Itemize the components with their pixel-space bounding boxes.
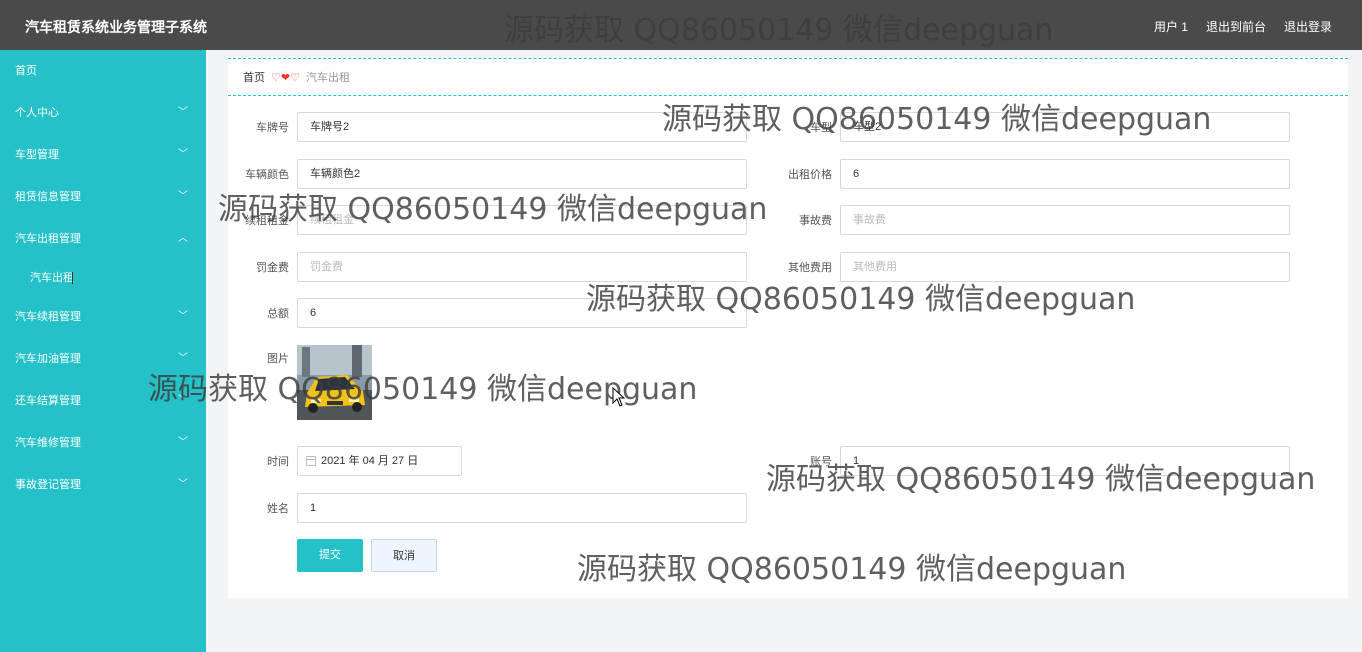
accident-fee-label: 事故费: [799, 215, 832, 227]
chevron-down-icon: ﹀: [178, 311, 188, 322]
fine-field: 罚金费 罚金费: [237, 252, 747, 282]
sidebar-item-refuel[interactable]: 汽车加油管理 ﹀: [0, 338, 206, 380]
color-input[interactable]: 车辆颜色2: [297, 159, 747, 189]
heart-separator-icon: ♡❤♡: [271, 71, 300, 84]
other-fee-input[interactable]: 其他费用: [840, 252, 1290, 282]
breadcrumb: 首页 ♡❤♡ 汽车出租: [228, 58, 1348, 96]
plate-label: 车牌号: [256, 122, 289, 134]
sidebar-item-label: 汽车加油管理: [15, 353, 81, 365]
sidebar-item-label: 个人中心: [15, 107, 59, 119]
sidebar-item-repair[interactable]: 汽车维修管理 ﹀: [0, 422, 206, 464]
sidebar-item-label: 首页: [15, 65, 37, 77]
chevron-up-icon: ︿: [178, 233, 188, 244]
sidebar-item-renewal[interactable]: 汽车续租管理 ﹀: [0, 296, 206, 338]
sidebar-item-accident[interactable]: 事故登记管理 ﹀: [0, 464, 206, 506]
sidebar-item-personal-center[interactable]: 个人中心 ﹀: [0, 92, 206, 134]
car-photo-image: [297, 345, 372, 420]
chevron-down-icon: ﹀: [178, 437, 188, 448]
price-label: 出租价格: [788, 169, 832, 181]
total-field: 总额 6: [237, 298, 747, 328]
plate-field: 车牌号 车牌号2: [237, 112, 747, 142]
color-field: 车辆颜色 车辆颜色2: [237, 159, 747, 189]
account-input[interactable]: 1: [840, 446, 1290, 476]
sidebar-subitem-car-rental[interactable]: 汽车出租: [0, 260, 206, 296]
account-label: 账号: [810, 456, 832, 468]
image-field: 图片: [237, 350, 297, 366]
chevron-down-icon: ﹀: [178, 191, 188, 202]
date-picker[interactable]: 2021 年 04 月 27 日: [297, 446, 462, 476]
fine-label: 罚金费: [256, 262, 289, 274]
sidebar: 首页 个人中心 ﹀ 车型管理 ﹀ 租赁信息管理 ﹀ 汽车出租管理 ︿ 汽车出租 汽车续租…: [0, 50, 206, 652]
other-fee-field: 其他费用 其他费用: [780, 252, 1290, 282]
model-input[interactable]: 车型2: [840, 112, 1290, 142]
top-bar: 汽车租赁系统业务管理子系统 用户 1 退出到前台 退出登录: [0, 0, 1362, 50]
car-photo[interactable]: [297, 345, 372, 420]
breadcrumb-current: 汽车出租: [305, 72, 350, 84]
account-field: 账号 1: [780, 446, 1290, 476]
sidebar-item-return-settlement[interactable]: 还车结算管理 ﹀: [0, 380, 206, 422]
chevron-down-icon: ﹀: [178, 107, 188, 118]
price-input[interactable]: 6: [840, 159, 1290, 189]
sidebar-item-car-model[interactable]: 车型管理 ﹀: [0, 134, 206, 176]
color-label: 车辆颜色: [245, 169, 289, 181]
model-field: 车型 车型2: [780, 112, 1290, 142]
image-label: 图片: [267, 353, 289, 365]
renew-rent-field: 续租租金 续租租金: [237, 205, 747, 235]
chevron-down-icon: ﹀: [178, 149, 188, 160]
sidebar-item-label: 汽车续租管理: [15, 311, 81, 323]
sidebar-item-car-rental[interactable]: 汽车出租管理 ︿: [0, 218, 206, 260]
sidebar-item-label: 汽车出租: [30, 272, 74, 284]
other-fee-label: 其他费用: [788, 262, 832, 274]
top-right-links: 用户 1 退出到前台 退出登录: [1154, 18, 1332, 35]
plate-input[interactable]: 车牌号2: [297, 112, 747, 142]
renew-rent-input[interactable]: 续租租金: [297, 205, 747, 235]
calendar-icon: [306, 456, 316, 466]
time-label: 时间: [267, 456, 289, 468]
price-field: 出租价格 6: [780, 159, 1290, 189]
sidebar-item-label: 汽车出租管理: [15, 233, 81, 245]
user-link[interactable]: 用户 1: [1154, 18, 1188, 35]
submit-button[interactable]: 提交: [297, 539, 363, 572]
total-label: 总额: [267, 308, 289, 320]
model-label: 车型: [810, 122, 832, 134]
name-field: 姓名 1: [237, 493, 747, 523]
breadcrumb-home[interactable]: 首页: [243, 69, 265, 85]
accident-fee-input[interactable]: 事故费: [840, 205, 1290, 235]
back-to-front-link[interactable]: 退出到前台: [1206, 18, 1266, 35]
chevron-down-icon: ﹀: [178, 479, 188, 490]
logout-link[interactable]: 退出登录: [1284, 18, 1332, 35]
fine-input[interactable]: 罚金费: [297, 252, 747, 282]
app-title: 汽车租赁系统业务管理子系统: [25, 19, 207, 35]
sidebar-item-home[interactable]: 首页: [0, 50, 206, 92]
time-field: 时间 2021 年 04 月 27 日: [237, 446, 462, 476]
sidebar-item-label: 汽车维修管理: [15, 437, 81, 449]
sidebar-item-label: 租赁信息管理: [15, 191, 81, 203]
name-input[interactable]: 1: [297, 493, 747, 523]
sidebar-item-label: 车型管理: [15, 149, 59, 161]
chevron-down-icon: ﹀: [178, 395, 188, 406]
total-input[interactable]: 6: [297, 298, 747, 328]
sidebar-item-rental-info[interactable]: 租赁信息管理 ﹀: [0, 176, 206, 218]
chevron-down-icon: ﹀: [178, 353, 188, 364]
mouse-cursor-icon: [612, 387, 626, 407]
cancel-button[interactable]: 取消: [371, 539, 437, 572]
sidebar-item-label: 事故登记管理: [15, 479, 81, 491]
name-label: 姓名: [267, 503, 289, 515]
sidebar-item-label: 还车结算管理: [15, 395, 81, 407]
date-value: 2021 年 04 月 27 日: [321, 455, 419, 467]
renew-rent-label: 续租租金: [245, 215, 289, 227]
accident-fee-field: 事故费 事故费: [780, 205, 1290, 235]
